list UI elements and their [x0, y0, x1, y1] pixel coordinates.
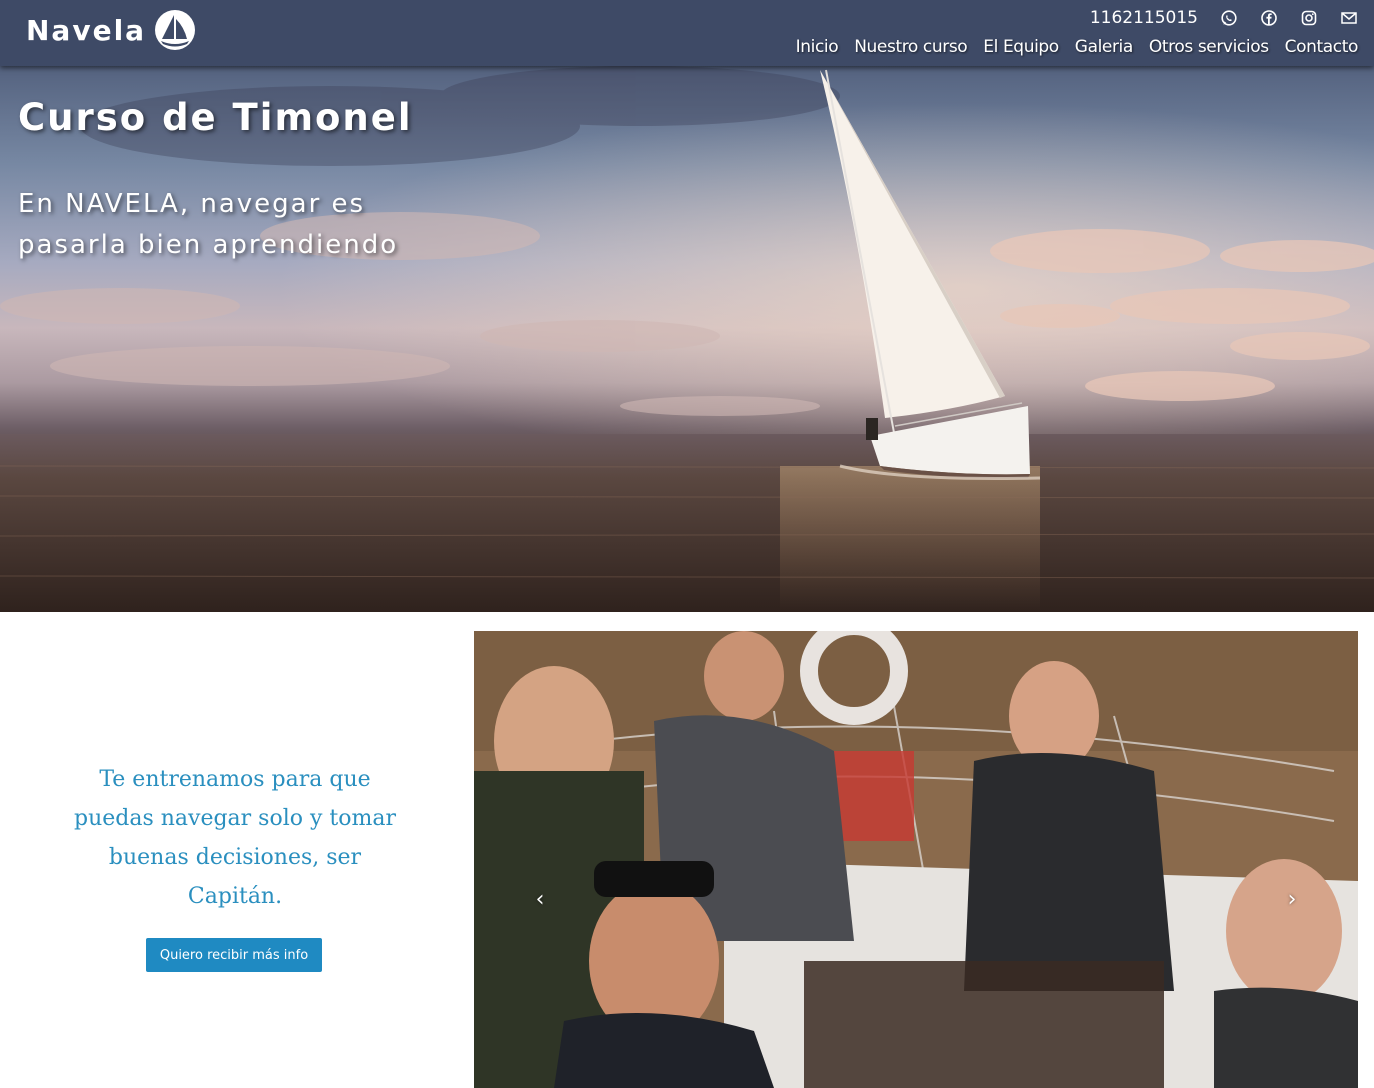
nav-item-inicio[interactable]: Inicio [796, 37, 839, 57]
nav-item-otros-servicios[interactable]: Otros servicios [1149, 37, 1269, 57]
contact-row: 1162115015 [1090, 6, 1358, 30]
carousel-next-arrow[interactable]: › [1280, 888, 1304, 912]
carousel-prev-arrow[interactable]: ‹ [528, 888, 552, 912]
photo-carousel [474, 631, 1358, 1088]
whatsapp-icon[interactable] [1220, 9, 1238, 27]
instagram-icon[interactable] [1300, 9, 1318, 27]
brand-name: Navela [26, 13, 147, 47]
nav-item-galeria[interactable]: Galeria [1075, 37, 1134, 57]
intro-text: Te entrenamos para que puedas navegar so… [73, 767, 396, 909]
crew-photo-image [474, 631, 1358, 1088]
facebook-icon[interactable] [1260, 9, 1278, 27]
mail-icon[interactable] [1340, 9, 1358, 27]
site-header: Navela 1162115015 Inicio Nuestro curso E… [0, 0, 1374, 66]
sailboat-logo-icon [155, 10, 196, 50]
brand-logo-link[interactable]: Navela [26, 8, 196, 52]
hero-subtitle: En NAVELA, navegar es pasarla bien apren… [18, 189, 399, 260]
hero-title: Curso de Timonel [18, 96, 413, 139]
nav-item-el-equipo[interactable]: El Equipo [983, 37, 1059, 57]
phone-number[interactable]: 1162115015 [1090, 8, 1198, 28]
nav-item-nuestro-curso[interactable]: Nuestro curso [854, 37, 967, 57]
nav-item-contacto[interactable]: Contacto [1285, 37, 1359, 57]
main-nav: Inicio Nuestro curso El Equipo Galeria O… [796, 35, 1359, 59]
hero-sailboat-image [0, 66, 1374, 612]
hero-banner: Curso de Timonel En NAVELA, navegar es p… [0, 66, 1374, 612]
request-info-button[interactable]: Quiero recibir más info [146, 938, 322, 972]
